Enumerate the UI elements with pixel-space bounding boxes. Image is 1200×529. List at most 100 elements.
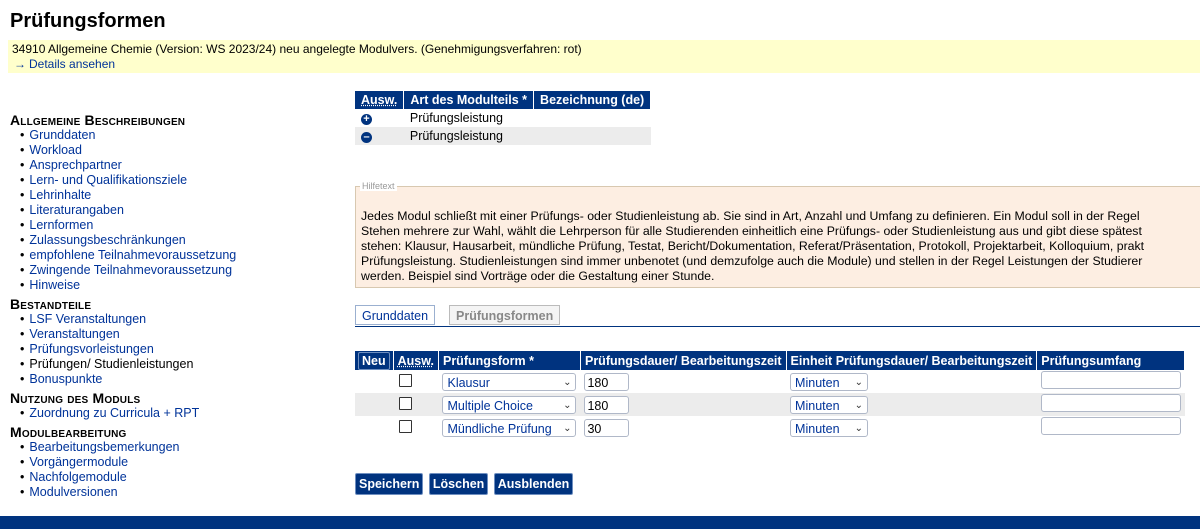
details-link-label: Details ansehen (29, 57, 116, 71)
column-header-ausw[interactable]: Ausw. (393, 351, 439, 370)
column-header-ausw[interactable]: Ausw. (355, 91, 405, 109)
sidebar-link-ansprechpartner[interactable]: Ansprechpartner (29, 158, 121, 172)
form-cell: Multiple Choice ⌄ (438, 393, 581, 416)
sidebar-link-zulassung[interactable]: Zulassungsbeschränkungen (29, 233, 185, 247)
row-checkbox[interactable] (399, 396, 413, 410)
sidebar-link-lsf[interactable]: LSF Veranstaltungen (29, 312, 146, 326)
tab-pruefungsformen[interactable]: Prüfungsformen (449, 305, 561, 325)
pruefungsform-select[interactable]: Multiple Choice ⌄ (442, 395, 577, 414)
chevron-down-icon: ⌄ (563, 422, 572, 434)
sidebar-list-modulbearbeitung: Bearbeitungsbemerkungen Vorgängermodule … (10, 440, 330, 500)
umfang-input[interactable] (1040, 417, 1181, 435)
sidebar-item: Grunddaten (20, 128, 330, 143)
column-header-bezeichnung: Bezeichnung (de) (533, 91, 652, 109)
sidebar-item: Literaturangaben (20, 203, 330, 218)
chevron-down-icon: ⌄ (563, 376, 572, 388)
sidebar-item: Hinweise (20, 278, 330, 293)
sidebar-link-zwingende-voraussetzung[interactable]: Zwingende Teilnahmevoraussetzung (29, 263, 232, 277)
sidebar-item: Veranstaltungen (20, 327, 330, 342)
pruefungsform-value: Mündliche Prüfung (447, 421, 552, 436)
sidebar-item: Zwingende Teilnahmevoraussetzung (20, 263, 330, 278)
delete-button[interactable]: Löschen (428, 473, 489, 495)
sidebar-item: Modulversionen (20, 485, 330, 500)
minus-circle-icon[interactable]: – (361, 132, 372, 143)
chevron-down-icon: ⌄ (563, 399, 572, 411)
sidebar-link-vorgaenger[interactable]: Vorgängermodule (29, 455, 128, 469)
plus-circle-icon[interactable]: + (361, 114, 372, 125)
sidebar-item: LSF Veranstaltungen (20, 312, 330, 327)
sidebar-item: Bearbeitungsbemerkungen (20, 440, 330, 455)
sidebar-link-empfohlene-voraussetzung[interactable]: empfohlene Teilnahmevoraussetzung (29, 248, 236, 262)
pruefungsformen-table: Neu Ausw. Prüfungsform * Prüfungsdauer/ … (355, 351, 1186, 439)
sidebar-list-nutzung: Zuordnung zu Curricula + RPT (10, 406, 330, 421)
sidebar-link-workload[interactable]: Workload (29, 143, 82, 157)
table-header-row: Neu Ausw. Prüfungsform * Prüfungsdauer/ … (355, 351, 1186, 370)
select-cell (393, 370, 438, 393)
modulteile-table: Ausw. Art des Modulteils * Bezeichnung (… (355, 91, 652, 145)
einheit-cell: Minuten ⌄ (786, 393, 1037, 416)
einheit-select[interactable]: Minuten ⌄ (790, 395, 869, 414)
pruefungsform-value: Multiple Choice (447, 398, 533, 413)
action-buttons: Speichern Löschen Ausblenden (355, 473, 574, 495)
sidebar-item: Vorgängermodule (20, 455, 330, 470)
sidebar-item: Prüfungsvorleistungen (20, 342, 330, 357)
footer-bar (0, 516, 1200, 529)
sidebar-heading-nutzung: Nutzung des Moduls (10, 390, 141, 406)
sidebar-link-literatur[interactable]: Literaturangaben (29, 203, 124, 217)
empty-cell (355, 370, 393, 393)
sidebar-link-curricula[interactable]: Zuordnung zu Curricula + RPT (29, 406, 199, 420)
sidebar-list-allgemeine: Grunddaten Workload Ansprechpartner Lern… (10, 128, 330, 293)
row-checkbox[interactable] (399, 373, 413, 387)
sidebar-link-pruefungsvorleistungen[interactable]: Prüfungsvorleistungen (29, 342, 153, 356)
pruefungsform-select[interactable]: Mündliche Prüfung ⌄ (442, 418, 577, 437)
sidebar-link-hinweise[interactable]: Hinweise (29, 278, 80, 292)
bezeichnung-cell (534, 109, 651, 127)
table-header-row: Ausw. Art des Modulteils * Bezeichnung (… (355, 91, 652, 109)
einheit-select[interactable]: Minuten ⌄ (790, 372, 869, 391)
select-cell (393, 416, 438, 439)
empty-cell (355, 416, 393, 439)
sidebar-link-nachfolger[interactable]: Nachfolgemodule (29, 470, 126, 484)
sidebar-link-modulversionen[interactable]: Modulversionen (29, 485, 117, 499)
dauer-input[interactable]: 30 (584, 418, 630, 437)
tab-grunddaten[interactable]: Grunddaten (355, 305, 436, 325)
sidebar-heading-allgemeine: Allgemeine Beschreibungen (10, 112, 186, 128)
sidebar-link-lernziele[interactable]: Lern- und Qualifikationsziele (29, 173, 187, 187)
sidebar-link-lehrinhalte[interactable]: Lehrinhalte (29, 188, 91, 202)
dauer-input[interactable]: 180 (584, 372, 630, 391)
sidebar-link-lernformen[interactable]: Lernformen (29, 218, 93, 232)
einheit-cell: Minuten ⌄ (786, 416, 1037, 439)
help-text-line: stehen: Klausur, Hausarbeit, mündliche P… (361, 239, 1145, 253)
sidebar-link-grunddaten[interactable]: Grunddaten (29, 128, 95, 142)
column-header-umfang: Prüfungsumfang (1036, 351, 1186, 370)
einheit-select[interactable]: Minuten ⌄ (790, 418, 869, 437)
sidebar-link-veranstaltungen[interactable]: Veranstaltungen (29, 327, 119, 341)
sidebar-item: Nachfolgemodule (20, 470, 330, 485)
dauer-cell: 30 (580, 416, 786, 439)
table-row: + Prüfungsleistung (355, 109, 651, 127)
row-select-cell: – (355, 127, 404, 145)
dauer-input[interactable]: 180 (584, 395, 630, 414)
hide-button[interactable]: Ausblenden (493, 473, 574, 495)
sidebar-item: Lern- und Qualifikationsziele (20, 173, 330, 188)
einheit-cell: Minuten ⌄ (786, 370, 1037, 393)
select-cell (393, 393, 439, 416)
details-link[interactable]: → Details ansehen (14, 57, 115, 71)
pruefungsform-select[interactable]: Klausur ⌄ (442, 372, 577, 391)
umfang-input[interactable] (1040, 394, 1181, 412)
sidebar-link-bemerkungen[interactable]: Bearbeitungsbemerkungen (29, 440, 179, 454)
save-button[interactable]: Speichern (355, 473, 424, 495)
column-header-art: Art des Modulteils * (403, 91, 535, 109)
help-text-line: werden. Beispiel sind Vorträge oder die … (361, 269, 715, 283)
page-title: Prüfungsformen (10, 10, 166, 32)
row-checkbox[interactable] (399, 419, 413, 433)
sidebar-list-bestandteile: LSF Veranstaltungen Veranstaltungen Prüf… (10, 312, 330, 387)
new-button[interactable]: Neu (358, 351, 390, 370)
table-row: Klausur ⌄ 180 Minuten ⌄ (355, 370, 1185, 393)
umfang-input[interactable] (1040, 371, 1181, 389)
sidebar-link-bonuspunkte[interactable]: Bonuspunkte (29, 372, 102, 386)
table-row: Mündliche Prüfung ⌄ 30 Minuten ⌄ (355, 416, 1185, 439)
help-text-box: Hilfetext Jedes Modul schließt mit einer… (355, 181, 1200, 288)
pruefungsform-value: Klausur (447, 375, 490, 390)
art-cell: Prüfungsleistung (403, 127, 534, 145)
